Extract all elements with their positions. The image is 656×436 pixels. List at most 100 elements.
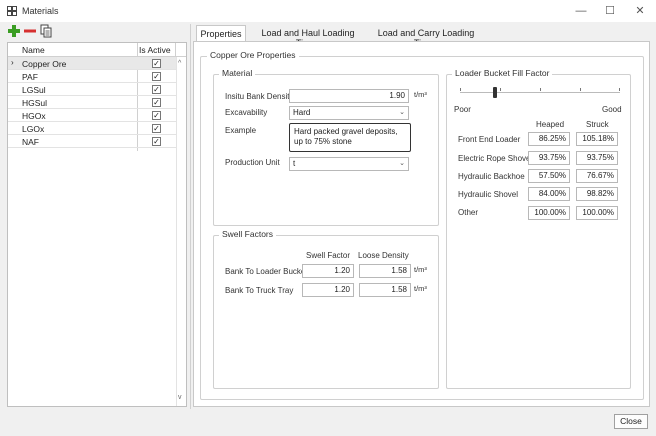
slider-tick	[619, 88, 620, 91]
tab-load-and-haul[interactable]: Load and Haul Loading Times	[250, 25, 366, 48]
bucket-row-label: Hydraulic Backhoe	[458, 172, 525, 181]
grid-app-icon	[7, 6, 17, 16]
column-divider	[175, 43, 176, 57]
slider-track	[460, 92, 620, 93]
insitu-density-input[interactable]: 1.90	[289, 89, 409, 103]
list-item[interactable]: HGOx ✓	[8, 109, 176, 122]
fill-factor-slider[interactable]	[460, 85, 620, 99]
list-item[interactable]: HGSul ✓	[8, 96, 176, 109]
selected-row-indicator: ›	[11, 58, 14, 67]
list-item[interactable]: NAF ✓	[8, 135, 176, 148]
is-active-checkbox[interactable]: ✓	[152, 84, 161, 94]
tab-load-and-carry[interactable]: Load and Carry Loading Times	[370, 25, 482, 48]
list-item-name: HGSul	[22, 97, 48, 108]
slider-tick	[540, 88, 541, 91]
loose-density-column-header: Loose Density	[358, 251, 409, 260]
slider-tick	[460, 88, 461, 91]
struck-input[interactable]: 105.18%	[576, 132, 618, 146]
close-window-button[interactable]: ✕	[624, 0, 656, 22]
panel-splitter[interactable]	[190, 24, 191, 409]
heaped-input[interactable]: 84.00%	[528, 187, 570, 201]
loose-density-input[interactable]: 1.58	[359, 264, 411, 278]
swell-factor-column-header: Swell Factor	[306, 251, 351, 260]
swell-factor-input[interactable]: 1.20	[302, 264, 354, 278]
production-unit-value: t	[293, 159, 296, 168]
bucket-row-label: Front End Loader	[458, 135, 521, 144]
close-button[interactable]: Close	[614, 414, 648, 429]
swell-factors-title: Swell Factors	[219, 229, 277, 239]
excavability-value: Hard	[293, 108, 311, 117]
is-active-column-header[interactable]: Is Active	[139, 45, 171, 55]
struck-column-header: Struck	[586, 120, 609, 129]
list-item[interactable]: LGSul ✓	[8, 83, 176, 96]
production-unit-label: Production Unit	[225, 158, 280, 167]
is-active-checkbox[interactable]: ✓	[152, 136, 161, 146]
list-item-name: Copper Ore	[22, 58, 67, 69]
struck-input[interactable]: 98.82%	[576, 187, 618, 201]
window-title: Materials	[22, 6, 59, 16]
list-item[interactable]: PAF ✓	[8, 70, 176, 83]
poor-label: Poor	[454, 105, 471, 114]
properties-group-title: Copper Ore Properties	[207, 50, 299, 60]
excavability-label: Excavability	[225, 108, 268, 117]
insitu-density-label: Insitu Bank Density	[225, 92, 294, 101]
minimize-button[interactable]: —	[565, 0, 597, 22]
heaped-input[interactable]: 57.50%	[528, 169, 570, 183]
chevron-down-icon: ⌄	[399, 109, 405, 116]
chevron-down-icon: ⌄	[399, 160, 405, 167]
scroll-down-icon[interactable]: v	[178, 394, 182, 401]
scroll-up-icon[interactable]: ^	[178, 60, 181, 67]
loose-density-unit: t/m³	[414, 284, 427, 293]
slider-tick	[500, 88, 501, 91]
swell-row-label: Bank To Truck Tray	[225, 286, 294, 295]
good-label: Good	[602, 105, 622, 114]
production-unit-select[interactable]: t ⌄	[289, 157, 409, 171]
bucket-row-label: Electric Rope Shovel	[458, 154, 533, 163]
bucket-row-label: Other	[458, 208, 479, 217]
swell-row-label: Bank To Loader Bucket	[225, 267, 308, 276]
swell-factor-input[interactable]: 1.20	[302, 283, 354, 297]
list-item-name: NAF	[22, 136, 39, 147]
is-active-checkbox[interactable]: ✓	[152, 97, 161, 107]
material-group-title: Material	[219, 68, 256, 78]
name-column-header[interactable]: Name	[22, 45, 45, 55]
is-active-checkbox[interactable]: ✓	[152, 123, 161, 133]
list-item-name: LGOx	[22, 123, 45, 134]
heaped-column-header: Heaped	[536, 120, 565, 129]
minus-icon[interactable]	[23, 24, 37, 38]
is-active-checkbox[interactable]: ✓	[152, 110, 161, 120]
title-bar	[0, 0, 656, 22]
list-item-name: HGOx	[22, 110, 46, 121]
example-label: Example	[225, 126, 257, 135]
slider-tick	[580, 88, 581, 91]
example-text-line: up to 75% stone	[294, 137, 352, 146]
density-unit: t/m³	[414, 90, 427, 99]
is-active-checkbox[interactable]: ✓	[152, 58, 161, 68]
materials-list: Name Is Active › Copper Ore ✓ PAF ✓ LGSu…	[7, 42, 187, 407]
list-item[interactable]: LGOx ✓	[8, 122, 176, 135]
plus-icon[interactable]	[7, 24, 21, 38]
excavability-select[interactable]: Hard ⌄	[289, 106, 409, 120]
loose-density-unit: t/m³	[414, 265, 427, 274]
heaped-input[interactable]: 100.00%	[528, 206, 570, 220]
list-item[interactable]: › Copper Ore ✓	[8, 57, 176, 70]
list-header: Name Is Active	[8, 43, 186, 57]
is-active-checkbox[interactable]: ✓	[152, 71, 161, 81]
copy-icon[interactable]	[39, 24, 53, 38]
example-description: Hard packed gravel deposits, up to 75% s…	[289, 123, 411, 152]
heaped-input[interactable]: 86.25%	[528, 132, 570, 146]
slider-thumb[interactable]	[493, 87, 498, 98]
list-item-name: LGSul	[22, 84, 46, 95]
example-text-line: Hard packed gravel deposits,	[294, 127, 398, 136]
struck-input[interactable]: 100.00%	[576, 206, 618, 220]
list-item-name: PAF	[22, 71, 38, 82]
bucket-fill-factor-title: Loader Bucket Fill Factor	[452, 68, 553, 78]
vertical-scrollbar[interactable]: ^ v	[176, 57, 186, 406]
heaped-input[interactable]: 93.75%	[528, 151, 570, 165]
maximize-button[interactable]: ☐	[594, 0, 626, 22]
tab-properties[interactable]: Properties	[196, 25, 246, 42]
struck-input[interactable]: 76.67%	[576, 169, 618, 183]
bucket-row-label: Hydraulic Shovel	[458, 190, 519, 199]
struck-input[interactable]: 93.75%	[576, 151, 618, 165]
loose-density-input[interactable]: 1.58	[359, 283, 411, 297]
